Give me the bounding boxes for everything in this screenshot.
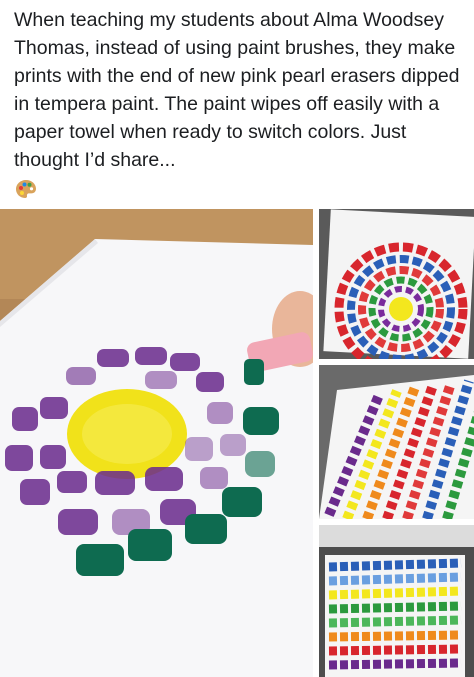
artist-palette-icon — [14, 178, 38, 202]
photo-bottom-right[interactable] — [319, 525, 474, 677]
photo-middle-right[interactable] — [319, 365, 474, 519]
photo-top-right[interactable] — [319, 209, 474, 359]
post-text: When teaching my students about Alma Woo… — [14, 9, 460, 171]
photo-main[interactable] — [0, 209, 313, 677]
post-body: When teaching my students about Alma Woo… — [14, 6, 464, 202]
photo-grid — [0, 209, 474, 677]
